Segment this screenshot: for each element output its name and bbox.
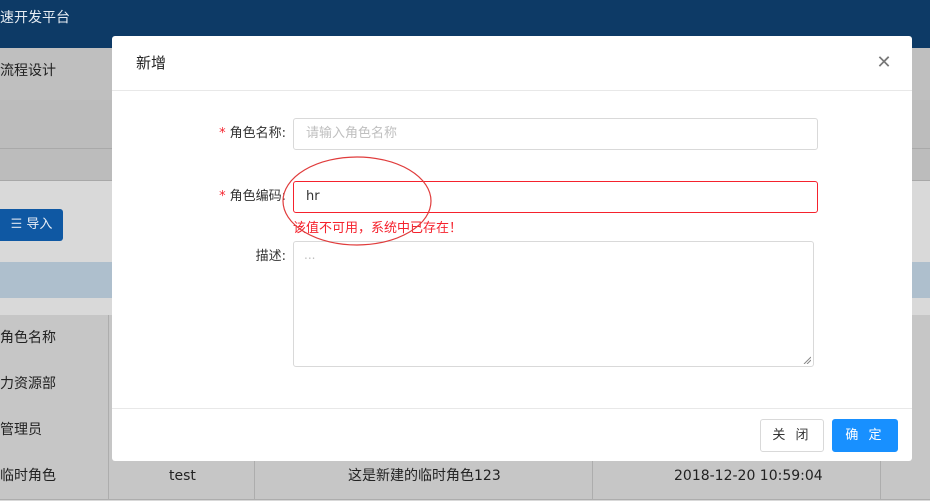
close-button[interactable]: 关 闭 (760, 419, 824, 452)
role-code-label: * 角色编码: (219, 181, 286, 213)
role-code-error: 该值不可用，系统中已存在！ (293, 221, 463, 236)
confirm-button[interactable]: 确 定 (832, 419, 898, 452)
cell-role-name: 管理员 (0, 422, 42, 438)
menu-icon: ☰ (10, 217, 23, 232)
import-label: 导入 (26, 217, 53, 232)
description-textarea[interactable]: ... (293, 241, 814, 367)
role-name-header: 角色名称 (0, 330, 56, 346)
role-name-label-text: 角色名称: (229, 126, 286, 141)
asterisk-icon: * (219, 189, 226, 204)
role-code-input[interactable]: hr (293, 181, 818, 213)
cell-role-name: 力资源部 (0, 376, 56, 392)
dialog-title: 新增 (136, 54, 167, 72)
col-divider (108, 361, 109, 407)
add-role-dialog: 新增 ✕ * 角色名称: 请输入角色名称 * 角色编码: hr 该值不可用，系统中已… (112, 36, 912, 461)
import-button[interactable]: ☰ 导入 (0, 209, 63, 241)
role-name-input[interactable]: 请输入角色名称 (293, 118, 818, 150)
dialog-header: 新增 ✕ (112, 36, 912, 91)
description-label: 描述: (255, 249, 286, 264)
app-title: 速开发平台 (0, 10, 70, 26)
role-code-label-text: 角色编码: (229, 189, 286, 204)
menu-item-flow-design[interactable]: 流程设计 (0, 48, 56, 94)
cell-role-name: 临时角色 (0, 468, 56, 484)
resize-handle-icon[interactable] (803, 356, 811, 364)
description-placeholder: ... (304, 248, 316, 262)
col-divider (108, 453, 109, 499)
col-divider (108, 407, 109, 453)
dialog-footer: 关 闭 确 定 (112, 408, 912, 462)
asterisk-icon: * (219, 126, 226, 141)
close-icon[interactable]: ✕ (874, 53, 894, 73)
col-divider (108, 315, 109, 361)
role-name-label: * 角色名称: (219, 118, 286, 150)
